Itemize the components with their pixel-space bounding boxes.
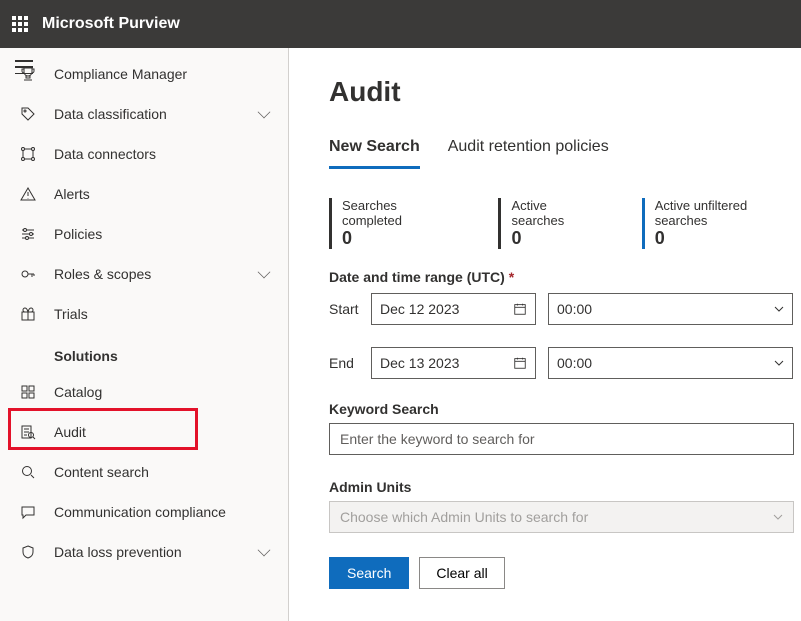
start-label: Start — [329, 301, 359, 317]
admin-units-placeholder: Choose which Admin Units to search for — [340, 509, 588, 525]
tab-bar: New Search Audit retention policies — [329, 132, 801, 170]
end-row: End Dec 13 2023 00:00 — [329, 347, 801, 379]
sidebar-item-label: Data classification — [48, 106, 258, 122]
sidebar-item-label: Data loss prevention — [48, 544, 258, 560]
top-bar: Microsoft Purview — [0, 0, 801, 48]
date-range-title: Date and time range (UTC) * — [329, 269, 801, 285]
sidebar-item-alerts[interactable]: Alerts — [48, 174, 288, 214]
sidebar-item-label: Audit — [48, 424, 278, 440]
sidebar-item-label: Compliance Manager — [48, 66, 278, 82]
audit-icon — [8, 424, 48, 440]
chevron-down-icon — [258, 106, 271, 119]
gift-icon — [8, 306, 48, 322]
calendar-icon — [513, 302, 527, 316]
trophy-icon — [8, 66, 48, 82]
chat-icon — [8, 504, 48, 520]
tag-icon — [8, 106, 48, 122]
key-icon — [8, 266, 48, 282]
start-time-value: 00:00 — [557, 301, 592, 317]
app-launcher-icon[interactable] — [12, 16, 28, 32]
button-row: Search Clear all — [329, 557, 801, 589]
sidebar-item-label: Communication compliance — [48, 504, 278, 520]
sidebar-item-data-loss-prevention[interactable]: Data loss prevention — [48, 532, 288, 572]
start-date-value: Dec 12 2023 — [380, 301, 459, 317]
admin-units-select[interactable]: Choose which Admin Units to search for — [329, 501, 794, 533]
sidebar-section-solutions: Solutions — [48, 334, 288, 372]
sidebar-item-data-classification[interactable]: Data classification — [48, 94, 288, 134]
grid-icon — [8, 384, 48, 400]
admin-units-title: Admin Units — [329, 479, 801, 495]
stat-searches-completed: Searches completed 0 — [329, 198, 458, 249]
chevron-down-icon — [258, 544, 271, 557]
stat-active-unfiltered-searches: Active unfiltered searches 0 — [642, 198, 801, 249]
end-time-select[interactable]: 00:00 — [548, 347, 793, 379]
sidebar-item-compliance-manager[interactable]: Compliance Manager — [48, 54, 288, 94]
page-title: Audit — [329, 76, 801, 108]
sidebar-item-data-connectors[interactable]: Data connectors — [48, 134, 288, 174]
sidebar-item-label: Catalog — [48, 384, 278, 400]
stat-value: 0 — [342, 228, 458, 249]
stat-label: Active searches — [511, 198, 601, 228]
end-time-value: 00:00 — [557, 355, 592, 371]
keyword-title: Keyword Search — [329, 401, 801, 417]
keyword-input[interactable] — [329, 423, 794, 455]
calendar-icon — [513, 356, 527, 370]
end-label: End — [329, 355, 359, 371]
clear-all-button[interactable]: Clear all — [419, 557, 504, 589]
stat-active-searches: Active searches 0 — [498, 198, 601, 249]
sidebar-item-label: Alerts — [48, 186, 278, 202]
chevron-down-icon — [774, 360, 784, 366]
sidebar-item-label: Policies — [48, 226, 278, 242]
sidebar-item-label: Data connectors — [48, 146, 278, 162]
shield-icon — [8, 544, 48, 560]
sidebar-item-communication-compliance[interactable]: Communication compliance — [48, 492, 288, 532]
sliders-icon — [8, 226, 48, 242]
sidebar-item-policies[interactable]: Policies — [48, 214, 288, 254]
sidebar-item-content-search[interactable]: Content search — [48, 452, 288, 492]
chevron-down-icon — [258, 266, 271, 279]
sidebar-item-label: Roles & scopes — [48, 266, 258, 282]
sidebar-item-label: Content search — [48, 464, 278, 480]
start-date-picker[interactable]: Dec 12 2023 — [371, 293, 536, 325]
end-date-picker[interactable]: Dec 13 2023 — [371, 347, 536, 379]
alert-icon — [8, 186, 48, 202]
stat-value: 0 — [655, 228, 801, 249]
sidebar-item-roles-scopes[interactable]: Roles & scopes — [48, 254, 288, 294]
tab-new-search[interactable]: New Search — [329, 132, 420, 169]
sidebar-item-trials[interactable]: Trials — [48, 294, 288, 334]
sidebar-item-audit[interactable]: Audit — [48, 412, 288, 452]
stat-label: Active unfiltered searches — [655, 198, 801, 228]
stats-row: Searches completed 0 Active searches 0 A… — [329, 198, 801, 249]
brand-title: Microsoft Purview — [42, 15, 180, 33]
stat-value: 0 — [511, 228, 601, 249]
search-icon — [8, 464, 48, 480]
sidebar: Compliance Manager Data classification D… — [48, 48, 289, 621]
start-row: Start Dec 12 2023 00:00 — [329, 293, 801, 325]
start-time-select[interactable]: 00:00 — [548, 293, 793, 325]
main-content: Audit New Search Audit retention policie… — [289, 48, 801, 621]
tab-audit-retention[interactable]: Audit retention policies — [448, 132, 609, 169]
stat-label: Searches completed — [342, 198, 458, 228]
chevron-down-icon — [773, 514, 783, 520]
search-button[interactable]: Search — [329, 557, 409, 589]
left-rail — [0, 48, 48, 621]
connector-icon — [8, 146, 48, 162]
sidebar-item-catalog[interactable]: Catalog — [48, 372, 288, 412]
sidebar-item-label: Trials — [48, 306, 278, 322]
chevron-down-icon — [774, 306, 784, 312]
end-date-value: Dec 13 2023 — [380, 355, 459, 371]
